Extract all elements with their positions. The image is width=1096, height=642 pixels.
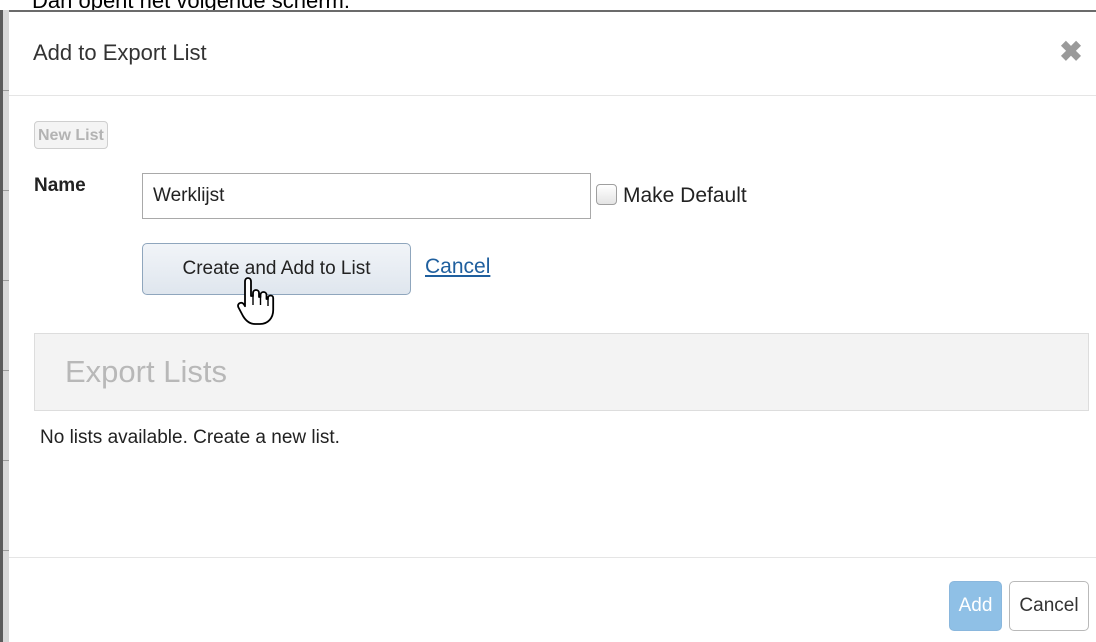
close-icon[interactable]: ✖: [1057, 38, 1085, 66]
name-label: Name: [34, 175, 86, 196]
add-button[interactable]: Add: [949, 581, 1002, 631]
create-and-add-button[interactable]: Create and Add to List: [142, 243, 411, 295]
export-lists-panel-heading: Export Lists: [34, 333, 1089, 411]
screenshot-stage: Dan opent het volgende scherm: Add to Ex…: [0, 0, 1096, 642]
hand-pointer-icon: [237, 277, 275, 325]
cancel-link[interactable]: Cancel: [425, 255, 490, 279]
dialog-header: Add to Export List ✖: [9, 12, 1096, 96]
footer-divider: [9, 557, 1096, 558]
make-default-label[interactable]: Make Default: [623, 184, 747, 208]
export-list-dialog: Add to Export List ✖ New List Name Make …: [9, 10, 1096, 642]
dialog-title: Add to Export List: [33, 40, 207, 65]
cancel-button[interactable]: Cancel: [1009, 581, 1089, 631]
new-list-button[interactable]: New List: [34, 121, 108, 149]
export-lists-heading: Export Lists: [65, 354, 227, 389]
make-default-checkbox[interactable]: [596, 184, 617, 205]
empty-lists-message: No lists available. Create a new list.: [40, 427, 340, 448]
background-window-edge: [0, 10, 9, 642]
list-name-input[interactable]: [142, 173, 591, 219]
